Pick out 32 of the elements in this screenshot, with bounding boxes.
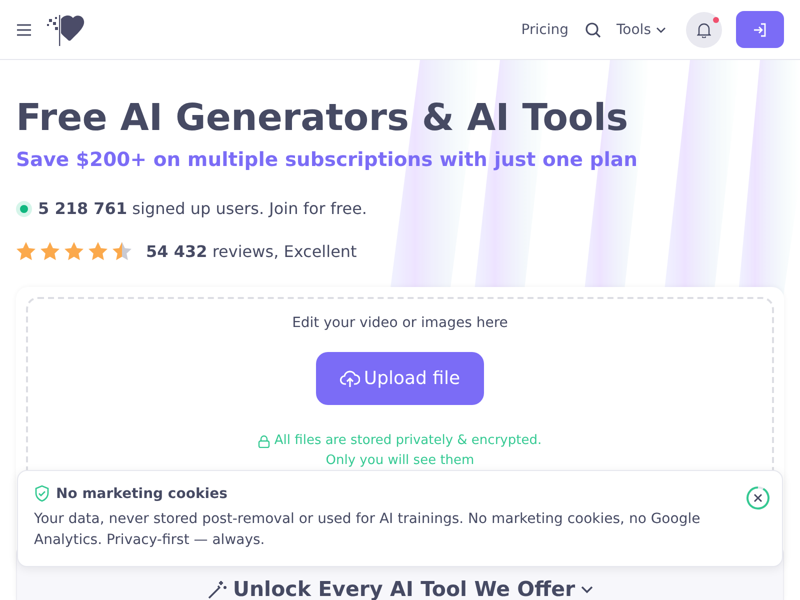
privacy-note: Only you will see them (326, 452, 474, 470)
upload-prompt: Edit your video or images here (292, 315, 508, 331)
tools-dropdown[interactable]: Tools (614, 18, 668, 42)
star-icon (40, 242, 60, 261)
pricing-link[interactable]: Pricing (519, 18, 570, 42)
heart-logo[interactable] (46, 12, 86, 46)
signup-count-text: 5 218 761 signed up users. Join for free. (38, 199, 368, 218)
chevron-down-icon[interactable] (581, 586, 594, 594)
cloud-upload-icon (340, 370, 360, 388)
search-icon[interactable] (584, 22, 600, 38)
notice-body: Your data, never stored post-removal or used for AI trainings. No marketing cookies, no Google Analytics. Privacy-first — always. (34, 510, 702, 550)
notice-title: No marketing cookies (56, 486, 228, 502)
privacy-note: All files are stored privately & encrypted. (274, 432, 542, 450)
bell-icon (697, 22, 711, 38)
login-button[interactable] (736, 11, 784, 48)
star-icon (64, 242, 84, 261)
star-icon (16, 242, 36, 261)
magic-wand-icon (206, 580, 227, 600)
star-icon (88, 242, 108, 261)
status-dot-icon (16, 200, 32, 216)
page-subtitle: Save $200+ on multiple subscriptions with just one plan (16, 148, 638, 171)
menu-icon[interactable] (16, 24, 32, 36)
reviews-text: 54 432 reviews, Excellent (146, 242, 357, 261)
upload-button[interactable]: Upload file (316, 352, 484, 405)
page-title: Free AI Generators & AI Tools (16, 96, 630, 140)
shield-check-icon (34, 485, 50, 502)
notification-button[interactable] (686, 12, 722, 48)
caret-icon (656, 26, 666, 32)
close-button[interactable] (746, 486, 770, 510)
lock-icon (258, 434, 270, 448)
login-icon (753, 22, 767, 36)
star-icon (112, 242, 132, 261)
